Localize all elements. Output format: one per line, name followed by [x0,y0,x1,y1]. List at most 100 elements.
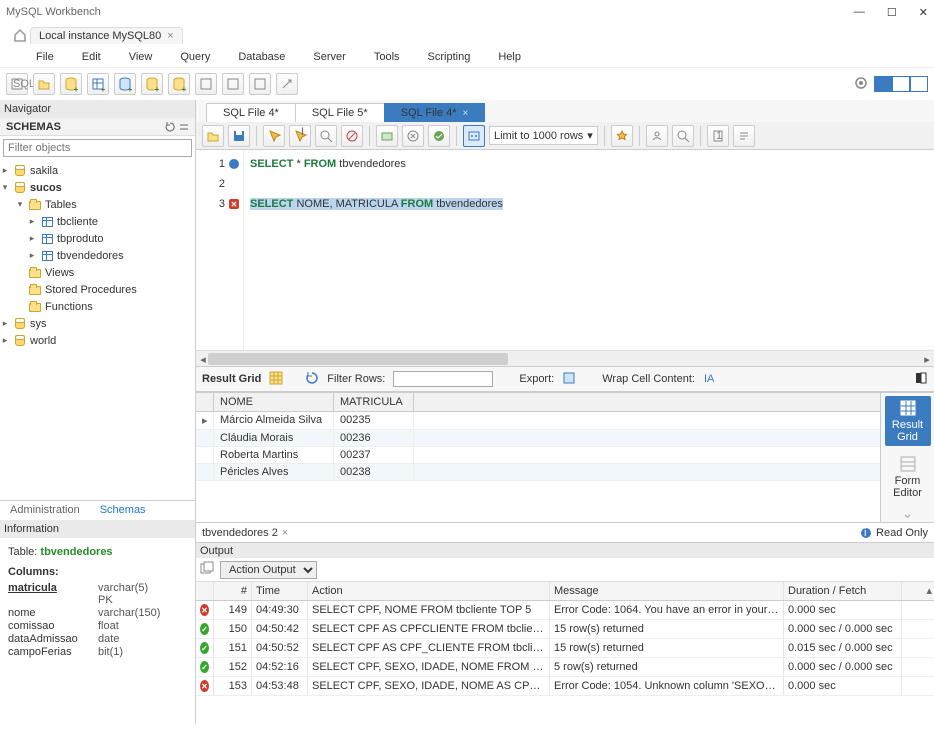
menu-view[interactable]: View [129,51,153,63]
filter-objects-input[interactable] [3,139,192,157]
output-row[interactable]: ✕14904:49:30SELECT CPF, NOME FROM tbclie… [196,601,934,620]
output-row[interactable]: ✓15104:50:52SELECT CPF AS CPF_CLIENTE FR… [196,639,934,658]
tree-tables[interactable]: ▾Tables [0,196,195,213]
table-row[interactable]: Péricles Alves00238 [196,464,880,481]
save-button[interactable] [228,125,250,147]
editor-hscroll[interactable]: ◂ ▸ [196,350,934,366]
chevron-down-icon[interactable]: ⌄ [902,505,914,522]
menu-scripting[interactable]: Scripting [428,51,471,63]
menu-help[interactable]: Help [498,51,521,63]
form-editor-tab[interactable]: Form Editor [885,452,931,502]
connection-tab[interactable]: Local instance MySQL80 × [30,27,183,44]
rollback-button[interactable] [402,125,424,147]
grid-icon[interactable] [269,371,283,388]
pin-icon[interactable] [914,371,928,388]
file-tab-1[interactable]: SQL File 4* [206,103,296,122]
new-sql-tab-button[interactable]: SQL [6,73,28,95]
menu-server[interactable]: Server [313,51,345,63]
grid-col-nome[interactable]: NOME [214,393,334,411]
new-view-button[interactable]: + [114,73,136,95]
outcol-num[interactable]: # [214,582,252,600]
panel-right-button[interactable] [910,76,928,92]
panel-bottom-button[interactable] [892,76,910,92]
close-file-icon[interactable]: × [463,108,469,119]
menu-edit[interactable]: Edit [82,51,101,63]
outcol-action[interactable]: Action [308,582,550,600]
output-row[interactable]: ✓15204:52:16SELECT CPF, SEXO, IDADE, NOM… [196,658,934,677]
tree-tbproduto[interactable]: ▸tbproduto [0,230,195,247]
stop-button[interactable] [341,125,363,147]
toolbar-btn-10[interactable] [249,73,271,95]
file-tab-3[interactable]: SQL File 4*× [384,103,486,122]
tree-world[interactable]: ▸world [0,332,195,349]
sql-editor[interactable]: 123✕ SELECT * FROM tbvendedoresSELECT NO… [196,150,934,350]
find-button[interactable] [646,125,668,147]
explain-button[interactable] [315,125,337,147]
tree-views[interactable]: Views [0,264,195,281]
execute-current-button[interactable]: I [289,125,311,147]
new-schema-button[interactable]: + [60,73,82,95]
beautify-button[interactable] [611,125,633,147]
menu-tools[interactable]: Tools [374,51,400,63]
home-icon[interactable] [10,28,30,42]
menu-query[interactable]: Query [180,51,210,63]
table-row[interactable]: Roberta Martins00237 [196,447,880,464]
wrap-button[interactable] [733,125,755,147]
filter-refresh-icon[interactable] [305,371,319,388]
outcol-time[interactable]: Time [252,582,308,600]
menu-file[interactable]: File [36,51,54,63]
output-row[interactable]: ✕15304:53:48SELECT CPF, SEXO, IDADE, NOM… [196,677,934,696]
toggle-whitespace-button[interactable] [463,125,485,147]
tree-sys[interactable]: ▸sys [0,315,195,332]
output-type-select[interactable]: Action Output [220,561,317,579]
commit-button[interactable] [376,125,398,147]
wrap-icon[interactable]: IA [703,371,717,388]
output-stack-icon[interactable] [200,561,214,578]
tree-sp[interactable]: Stored Procedures [0,281,195,298]
editor-code[interactable]: SELECT * FROM tbvendedoresSELECT NOME, M… [244,150,509,350]
filter-rows-input[interactable] [393,371,493,387]
search-button[interactable] [672,125,694,147]
tree-tbcliente[interactable]: ▸tbcliente [0,213,195,230]
tree-tbvendedores[interactable]: ▸tbvendedores [0,247,195,264]
scroll-thumb[interactable] [208,353,508,365]
result-grid-tab[interactable]: Result Grid [885,396,931,446]
tree-fn[interactable]: Functions [0,298,195,315]
toolbar-btn-11[interactable] [276,73,298,95]
minimize-icon[interactable]: — [854,6,865,19]
menu-database[interactable]: Database [238,51,285,63]
tab-schemas[interactable]: Schemas [90,501,156,520]
toolbar-btn-9[interactable] [222,73,244,95]
autocommit-button[interactable] [428,125,450,147]
schemas-refresh-icon[interactable] [165,122,189,132]
snippets-button[interactable]: 1 [707,125,729,147]
close-icon[interactable]: × [282,527,288,539]
open-file-button[interactable] [202,125,224,147]
tree-sakila[interactable]: ▸sakila [0,162,195,179]
grid-col-matricula[interactable]: MATRICULA [334,393,414,411]
limit-dropdown[interactable]: Limit to 1000 rows ▾ [489,126,598,145]
tab-administration[interactable]: Administration [0,501,90,520]
refresh-icon[interactable] [853,75,869,94]
file-tab-2[interactable]: SQL File 5* [295,103,385,122]
scroll-right-icon[interactable]: ▸ [920,352,934,366]
table-row[interactable]: Cláudia Morais00236 [196,430,880,447]
new-sp-button[interactable]: + [141,73,163,95]
tree-sucos[interactable]: ▾sucos [0,179,195,196]
panel-left-button[interactable] [874,76,892,92]
outcol-dur[interactable]: Duration / Fetch [784,582,902,600]
new-table-button[interactable]: + [87,73,109,95]
export-icon[interactable] [562,371,576,388]
new-fn-button[interactable]: + [168,73,190,95]
table-row[interactable]: ▸Márcio Almeida Silva00235 [196,412,880,430]
output-row[interactable]: ✓15004:50:42SELECT CPF AS CPFCLIENTE FRO… [196,620,934,639]
execute-button[interactable] [263,125,285,147]
maximize-icon[interactable]: ☐ [887,6,897,19]
close-icon[interactable]: ✕ [919,6,928,19]
close-tab-icon[interactable]: × [167,30,173,42]
scroll-up-icon[interactable]: ▴ [926,584,932,597]
open-sql-button[interactable] [33,73,55,95]
toolbar-btn-8[interactable] [195,73,217,95]
outcol-msg[interactable]: Message [550,582,784,600]
object-tab[interactable]: tbvendedores 2 × [202,527,288,539]
